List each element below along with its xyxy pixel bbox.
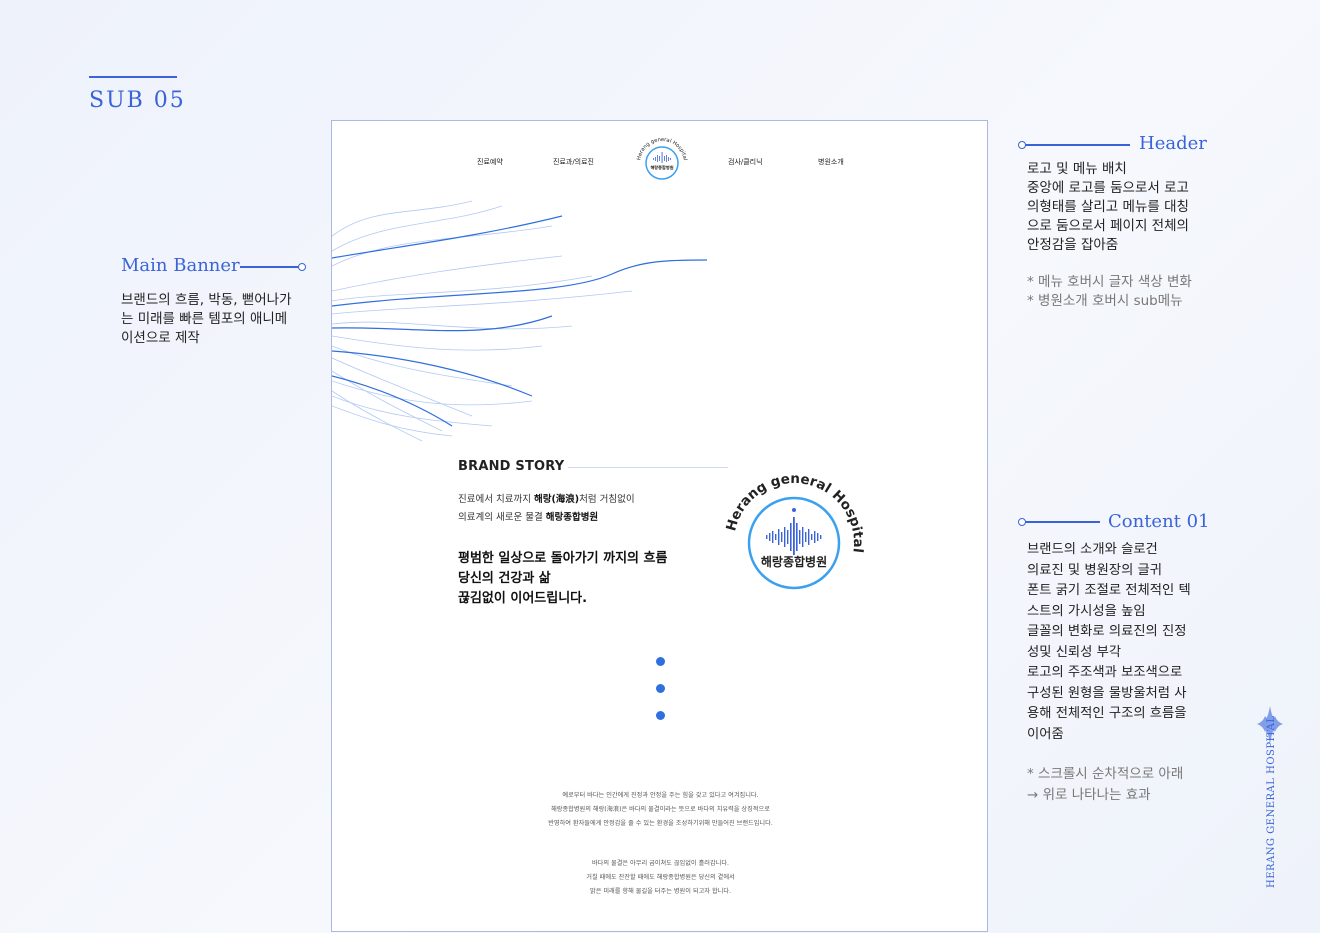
annotation-body: 로고 및 메뉴 배치 중앙에 로고를 둠으로서 로고 의형태를 살리고 메뉴를 … [1027,161,1189,253]
annotation-body: 브랜드의 흐름, 박동, 뻗어나가 는 미래를 빠른 템포의 애니메 이션으로 … [121,292,292,346]
brand-story-divider [568,467,728,468]
brand-logo-name: 해랑종합병원 [761,554,827,569]
page-label-text: SUB 05 [89,88,186,113]
banner-waves [332,200,708,442]
annotation-notes: * 스크롤시 순차적으로 아래 → 위로 나타나는 효과 [1027,766,1184,803]
story-paragraph-1: 예로부터 바다는 인간에게 진정과 안정을 주는 힘을 갖고 있다고 여겨집니다… [548,792,773,827]
nav-item-reservation[interactable]: 진료예약 [477,157,503,167]
site-mockup: 진료예약 진료과/의료진 검사/클리닉 병원소개 Herang general … [331,120,988,932]
story-paragraph-2: 바다의 물결은 아무리 굽이쳐도 끊임없이 흘러갑니다. 거칠 때에도 잔잔할 … [586,860,735,895]
annotation-body: 브랜드의 소개와 슬로건 의료진 및 병원장의 글귀 폰트 굵기 조절로 전체적… [1027,542,1191,742]
scroll-dot [656,657,665,666]
brand-story-intro: 진료에서 치료까지 해랑(海浪)처럼 거침없이 의료계의 새로운 물결 해랑종합… [458,494,635,523]
scroll-dot [656,684,665,693]
side-brand-text: HERANG GENERAL HOSPITAL [1266,715,1277,888]
brand-logo: Herang general Hospital 해랑종합병원 [723,471,866,590]
nav-item-departments[interactable]: 진료과/의료진 [553,157,594,167]
annotation-notes: * 메뉴 호버시 글자 색상 변화 * 병원소개 호버시 sub메뉴 [1027,274,1192,309]
annotation-connector [1018,141,1130,149]
scroll-dot [656,711,665,720]
annotation-connector [240,263,306,271]
brand-slogan: 평범한 일상으로 돌아가기 까지의 흐름 당신의 건강과 삶 끊김없이 이어드립… [458,551,668,606]
nav-item-about[interactable]: 병원소개 [818,157,844,167]
brand-story-title: BRAND STORY [458,459,565,474]
header-logo[interactable]: Herang general Hospital 해랑종합병원 [632,133,692,193]
annotation-connector [1018,518,1100,526]
annotation-content01: Content 01 [1108,511,1210,532]
page-label: SUB 05 [89,76,186,113]
annotation-title: Header [1139,133,1207,154]
annotation-title: Content 01 [1108,511,1210,532]
header-logo-name: 해랑종합병원 [650,164,673,171]
nav-item-clinic[interactable]: 검사/클리닉 [728,157,763,167]
label-bar [89,76,177,78]
annotation-header: Header [1139,133,1207,154]
annotation-title: Main Banner [121,255,240,276]
annotation-main-banner: Main Banner [121,255,240,276]
